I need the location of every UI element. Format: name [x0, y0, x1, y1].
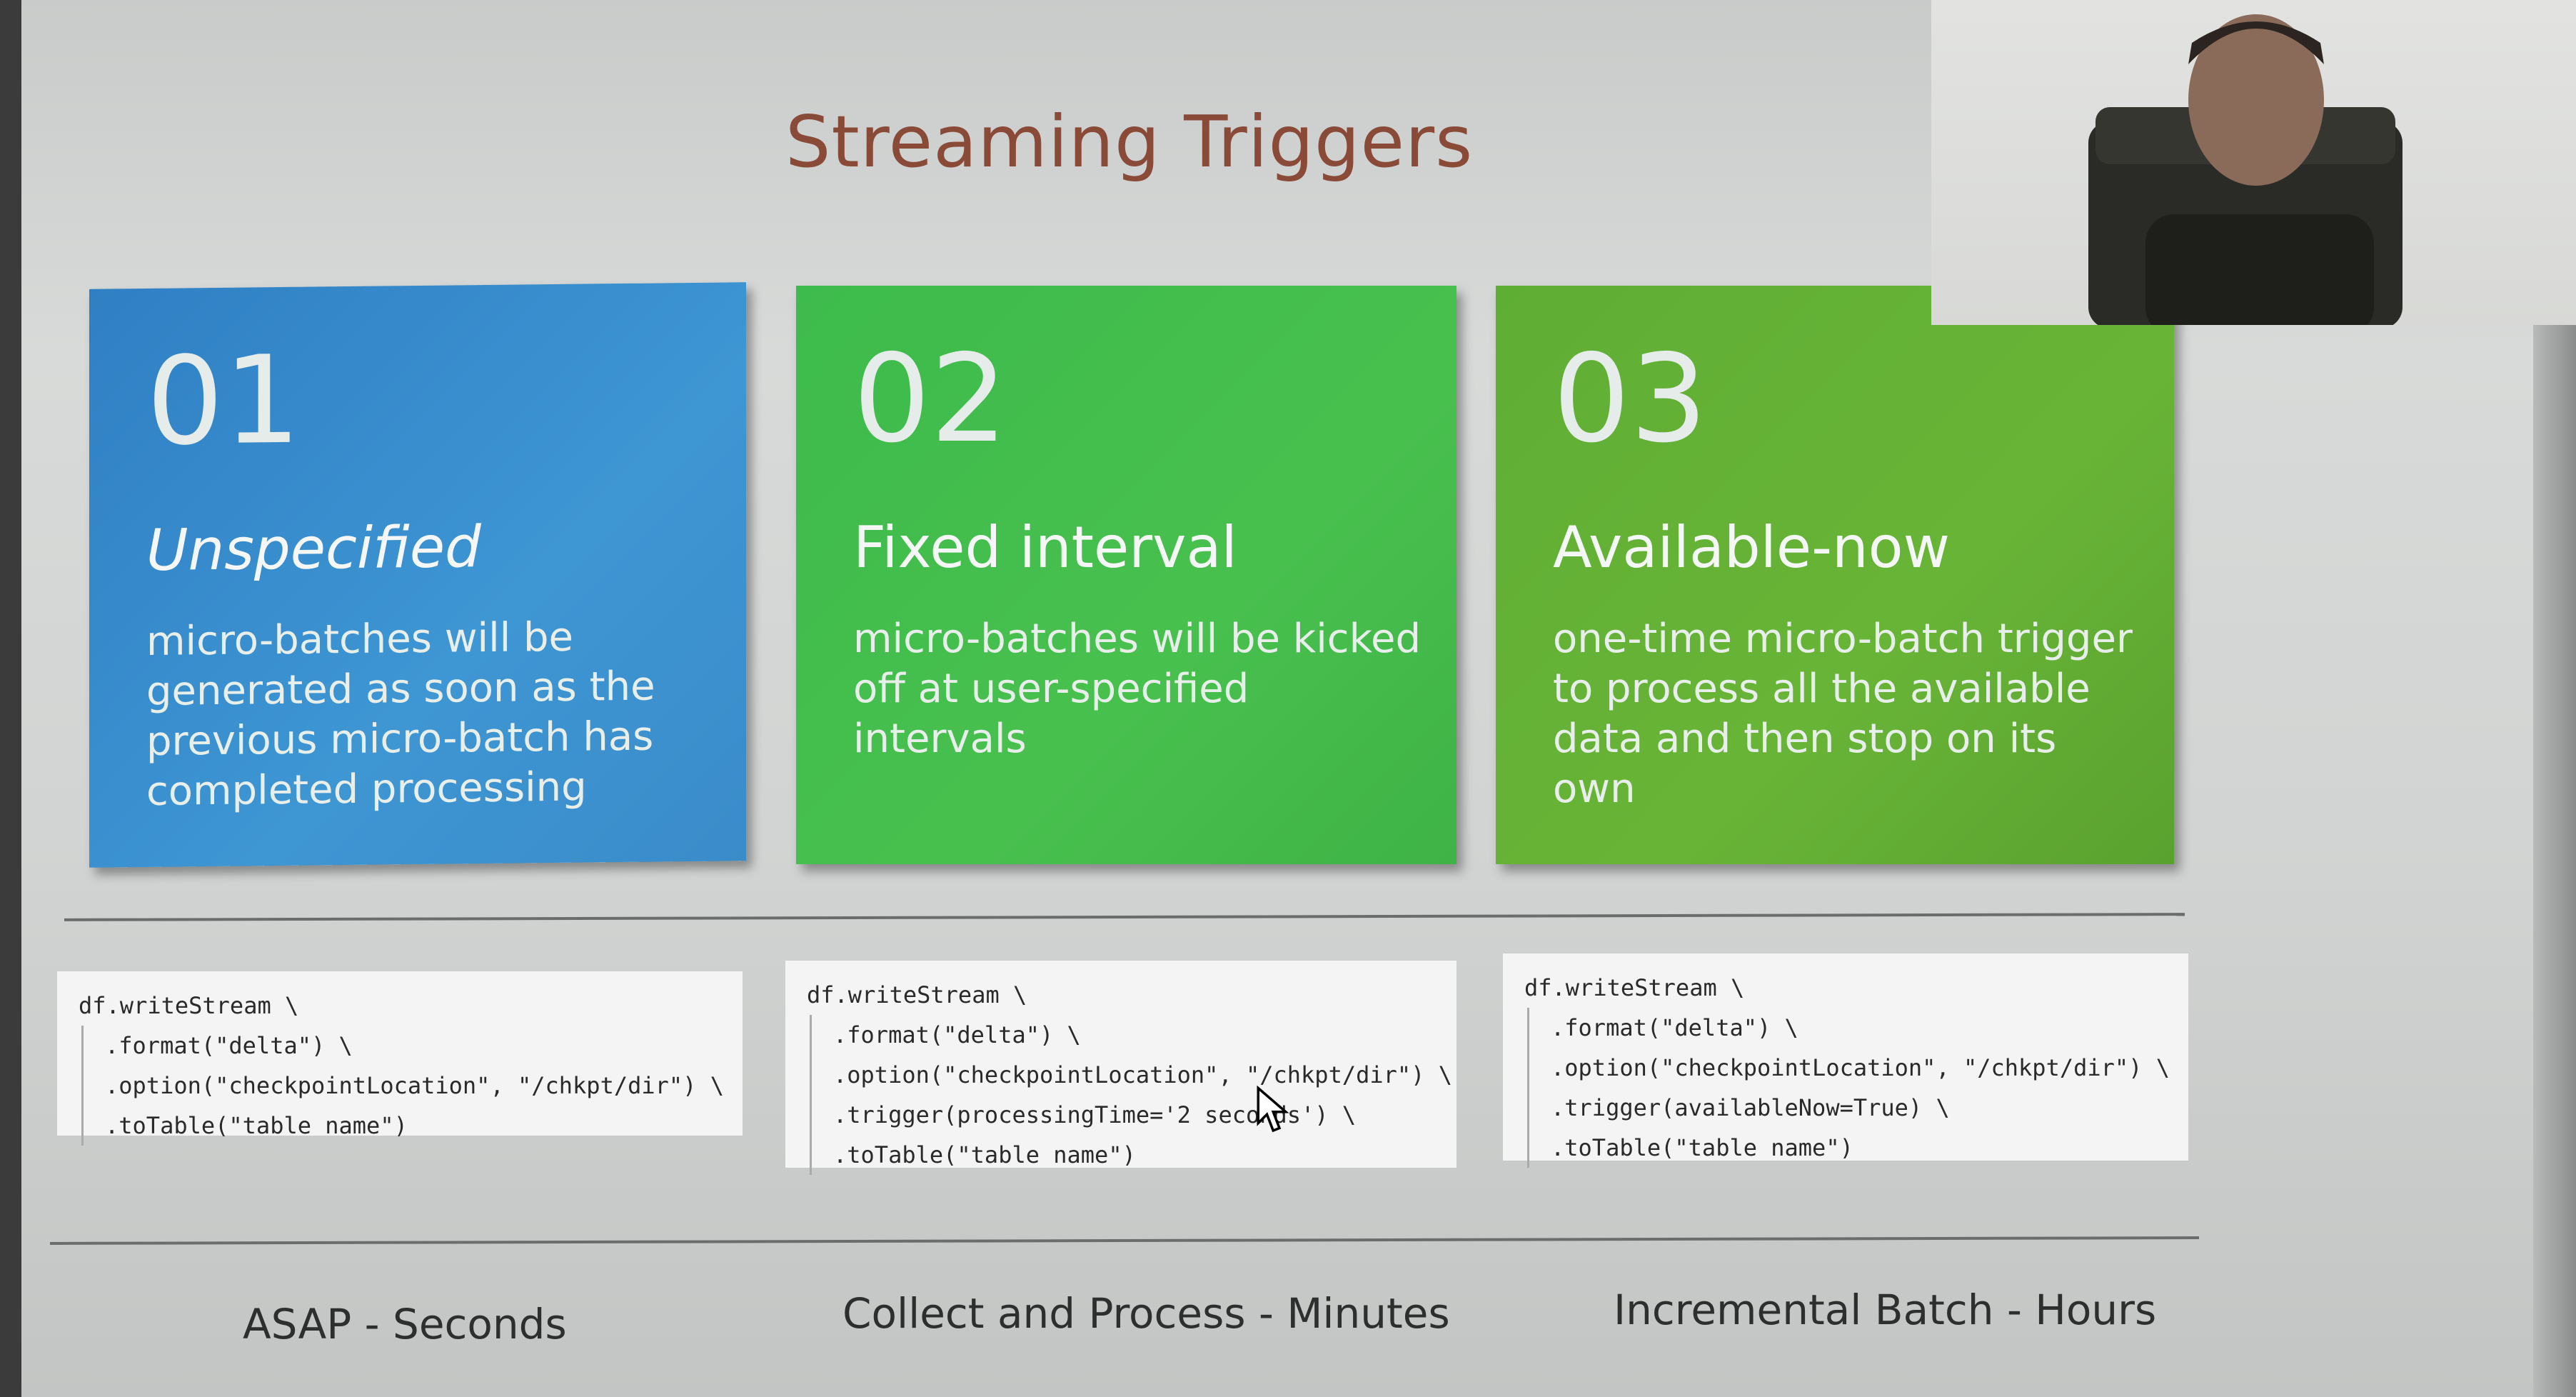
- code-line: df.writeStream \: [807, 981, 1027, 1008]
- presenter-silhouette-icon: [2088, 14, 2403, 325]
- card-number: 01: [146, 329, 301, 473]
- card-heading: Fixed interval: [853, 514, 1237, 581]
- card-description: micro-batches will be generated as soon …: [146, 614, 655, 815]
- code-line: .option("checkpointLocation", "/chkpt/di…: [833, 1061, 1452, 1088]
- code-line: df.writeStream \: [79, 992, 299, 1019]
- code-block-available-now: df.writeStream \ .format("delta") \ .opt…: [1503, 953, 2188, 1168]
- divider-top: [64, 913, 2185, 921]
- code-line: .option("checkpointLocation", "/chkpt/di…: [1551, 1054, 2170, 1081]
- code-line: .toTable("table name"): [1551, 1134, 1853, 1161]
- trigger-card-fixed-interval: 02 Fixed interval micro-batches will be …: [796, 286, 1456, 864]
- footer-label-asap: ASAP - Seconds: [243, 1300, 567, 1348]
- trigger-card-unspecified: 01 Unspecified micro-batches will be gen…: [89, 282, 746, 868]
- code-line: .format("delta") \: [105, 1032, 353, 1059]
- code-line: .format("delta") \: [1551, 1014, 1798, 1041]
- card-number: 02: [853, 329, 1008, 470]
- code-block-unspecified: df.writeStream \ .format("delta") \ .opt…: [57, 971, 743, 1146]
- code-line: .toTable("table name"): [833, 1141, 1136, 1168]
- code-block-fixed-interval: df.writeStream \ .format("delta") \ .opt…: [785, 961, 1456, 1175]
- card-heading: Available-now: [1553, 514, 1951, 581]
- trigger-card-available-now: 03 Available-now one-time micro-batch tr…: [1496, 286, 2174, 864]
- slide-title: Streaming Triggers: [785, 100, 1474, 184]
- card-description: one-time micro-batch trigger to process …: [1553, 616, 2133, 812]
- mouse-pointer-icon: [1257, 1086, 1289, 1133]
- card-description: micro-batches will be kicked off at user…: [853, 616, 1422, 762]
- webcam-video-feed: [1931, 0, 2576, 325]
- card-heading: Unspecified: [146, 514, 481, 584]
- card-number: 03: [1553, 329, 1708, 470]
- divider-bottom: [49, 1236, 2199, 1245]
- code-line: df.writeStream \: [1524, 974, 1745, 1001]
- footer-label-incremental: Incremental Batch - Hours: [1614, 1286, 2157, 1334]
- code-line: .trigger(availableNow=True) \: [1551, 1094, 1950, 1121]
- screen-edge-left: [0, 0, 21, 1397]
- code-line: .option("checkpointLocation", "/chkpt/di…: [105, 1072, 724, 1099]
- code-line: .trigger(processingTime='2 seconds') \: [833, 1101, 1357, 1128]
- code-line: .format("delta") \: [833, 1021, 1081, 1048]
- presentation-slide: Streaming Triggers 01 Unspecified micro-…: [0, 0, 2576, 1397]
- code-line: .toTable("table name"): [105, 1112, 408, 1139]
- footer-label-collect: Collect and Process - Minutes: [842, 1289, 1450, 1338]
